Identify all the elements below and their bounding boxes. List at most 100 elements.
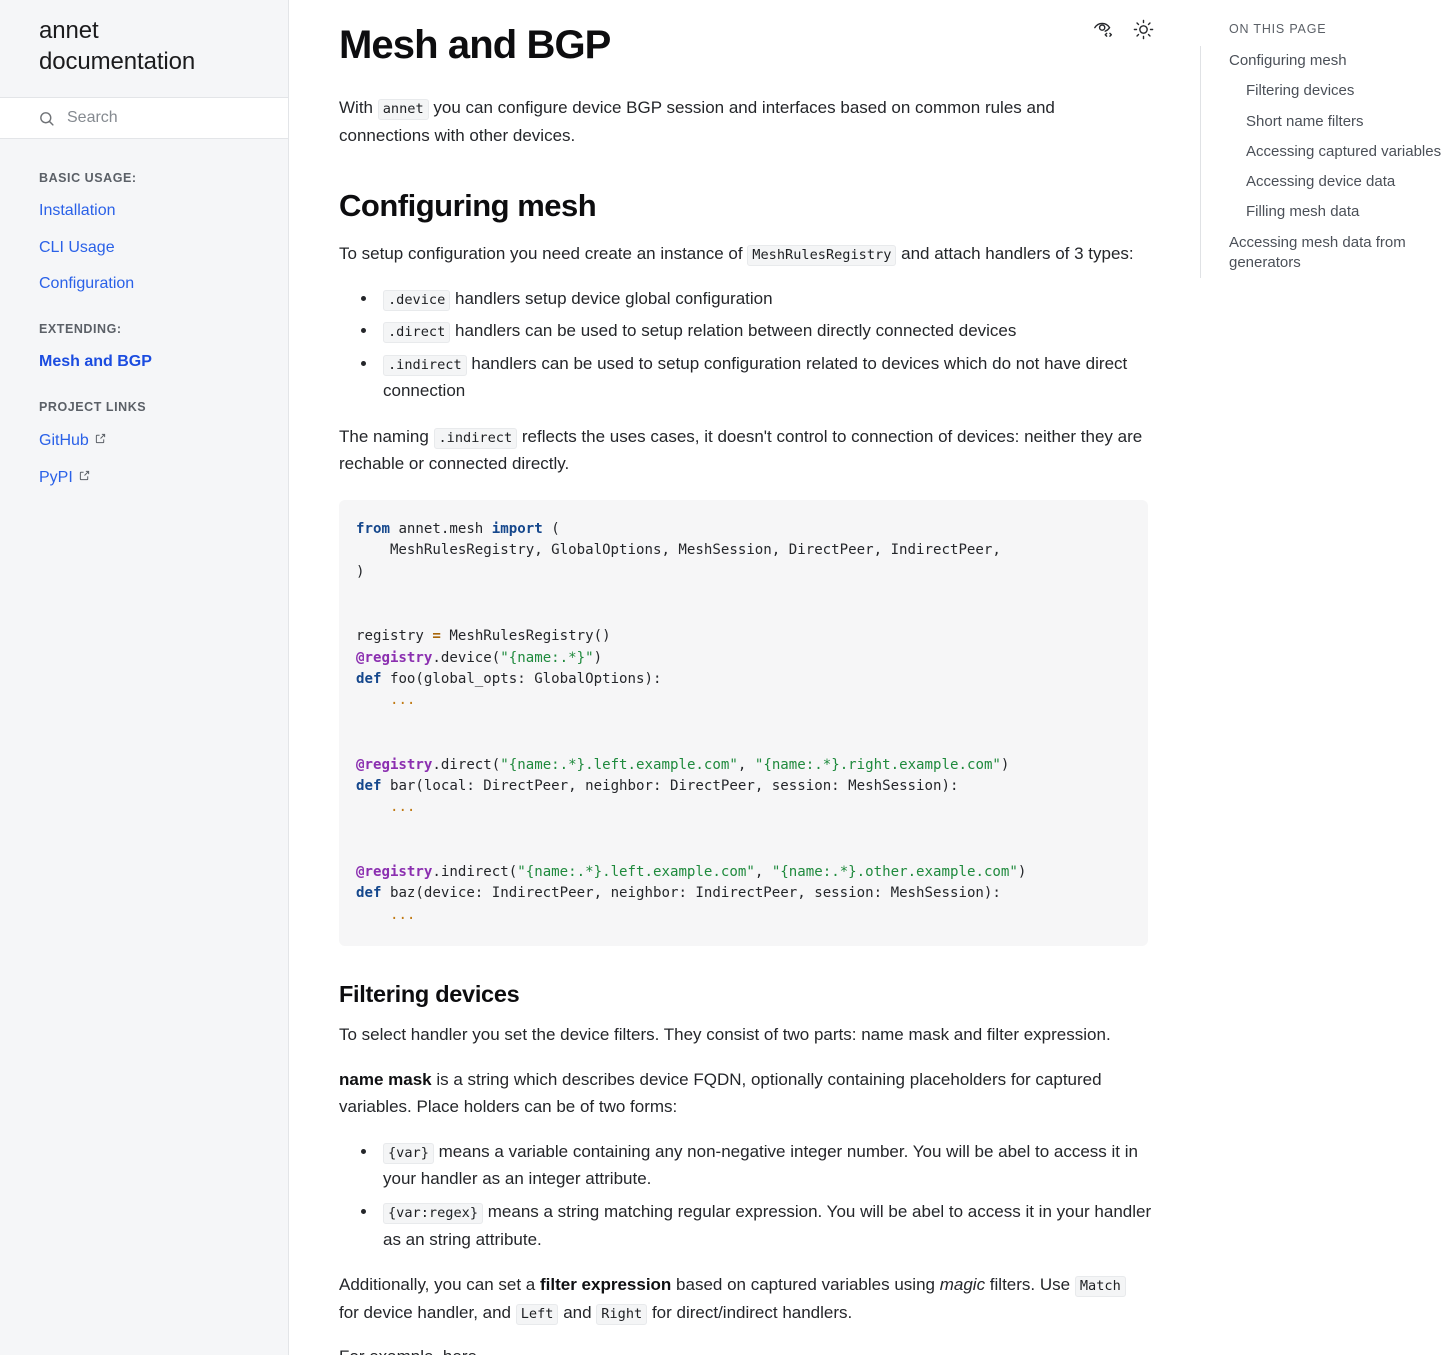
code-token-dec: @registry (356, 863, 433, 880)
external-link-icon (95, 431, 106, 448)
list-item: .direct handlers can be used to setup re… (361, 317, 1154, 345)
code-token-k: def (356, 670, 382, 687)
sidebar-item-cli-usage[interactable]: CLI Usage (0, 230, 288, 266)
code-token-el: ... (389, 799, 416, 816)
code-block-mesh-registry[interactable]: from annet.mesh import ( MeshRulesRegist… (339, 499, 1148, 946)
list-item-label: handlers setup device global configurati… (450, 288, 773, 308)
article: Mesh and BGP With annet you can configur… (289, 0, 1157, 1355)
nav-caption-basic-usage: BASIC USAGE: (39, 171, 137, 186)
nav-caption-project-links: PROJECT LINKS (39, 400, 147, 415)
inline-code-var: {var} (383, 1142, 434, 1164)
naming-paragraph: The naming .indirect reflects the uses c… (339, 423, 1149, 478)
text-fragment: for device handler, and (339, 1302, 516, 1322)
toc-item: Filtering devices (1229, 76, 1448, 106)
sidebar-item-github[interactable]: GitHub (0, 422, 288, 459)
nav-group-spacer (0, 302, 288, 312)
page-title: Mesh and BGP (339, 23, 611, 67)
text-fragment: is a string which describes device FQDN,… (339, 1069, 1102, 1117)
sidebar-item-installation[interactable]: Installation (0, 193, 288, 229)
handler-types-list: .device handlers setup device global con… (339, 285, 1154, 405)
list-item: {var:regex} means a string matching regu… (361, 1198, 1154, 1253)
toc-link-short-name-filters[interactable]: Short name filters (1229, 107, 1448, 137)
code-token-el: ... (389, 906, 416, 923)
code-token-op: = (432, 628, 441, 645)
on-this-page-toc: ON THIS PAGE Configuring mesh Filtering … (1200, 20, 1452, 278)
list-item: .device handlers setup device global con… (361, 285, 1154, 313)
code-token-s: "{name:.*}.left.example.com" (517, 863, 755, 880)
code-token-k: from (356, 520, 390, 537)
intro-paragraph: With annet you can configure device BGP … (339, 94, 1149, 149)
toc-item: Accessing mesh data from generators (1229, 228, 1448, 279)
placeholder-forms-list: {var} means a variable containing any no… (339, 1138, 1154, 1253)
toc-link-accessing-device-data[interactable]: Accessing device data (1229, 167, 1448, 197)
sidebar-item-label: GitHub (39, 432, 89, 450)
code-block-content: from annet.mesh import ( MeshRulesRegist… (356, 520, 1027, 923)
intro-text-a: With (339, 98, 378, 117)
toc-link-filling-mesh-data[interactable]: Filling mesh data (1229, 197, 1448, 227)
sidebar-item-label: PyPI (39, 469, 73, 487)
inline-code-meshrulesregistry: MeshRulesRegistry (747, 245, 897, 267)
sidebar-item-mesh-and-bgp[interactable]: Mesh and BGP (0, 344, 288, 380)
text-fragment: Additionally, you can set a (339, 1275, 540, 1295)
toc-item: Short name filters (1229, 107, 1448, 137)
search-input[interactable] (67, 109, 268, 128)
page-tools (1090, 16, 1156, 42)
text-fragment: To setup configuration you need create a… (339, 244, 748, 264)
view-source-icon[interactable] (1090, 16, 1116, 42)
site-brand[interactable]: annet documentation (0, 0, 288, 97)
toc-link-filtering-devices[interactable]: Filtering devices (1229, 76, 1448, 106)
italic-magic: magic (939, 1275, 986, 1295)
code-token-k: def (356, 885, 382, 902)
inline-code-match: Match (1074, 1276, 1126, 1298)
sun-icon[interactable] (1130, 16, 1156, 42)
left-sidebar: annet documentation BASIC USAGE: Install… (0, 0, 289, 1355)
filtering-devices-paragraph-1: To select handler you set the device fil… (339, 1025, 1111, 1045)
bold-filter-expression: filter expression (539, 1275, 672, 1295)
toc-caption: ON THIS PAGE (1229, 22, 1327, 36)
intro-text-b: you can configure device BGP session and… (339, 98, 1055, 145)
inline-code-var-regex: {var:regex} (383, 1203, 484, 1225)
text-fragment: for direct/indirect handlers. (647, 1302, 853, 1322)
inline-code-indirect: .indirect (383, 354, 467, 376)
text-fragment: and (558, 1302, 597, 1322)
code-token-s: "{name:.*}" (500, 649, 594, 666)
documentation-page: annet documentation BASIC USAGE: Install… (0, 0, 1452, 1355)
list-item-label: means a variable containing any non-nega… (383, 1141, 1138, 1189)
sidebar-item-pypi[interactable]: PyPI (0, 459, 288, 496)
inline-code-right: Right (596, 1303, 648, 1325)
code-token-k: def (356, 778, 382, 795)
toc-link-accessing-mesh-data-from-generators[interactable]: Accessing mesh data from generators (1229, 228, 1448, 279)
text-fragment: filters. Use (985, 1275, 1075, 1295)
for-example-paragraph: For example, here (339, 1343, 1149, 1355)
text-fragment: based on captured variables using (671, 1275, 940, 1295)
list-item: {var} means a variable containing any no… (361, 1138, 1154, 1193)
list-item-label: handlers can be used to setup relation b… (450, 321, 1017, 341)
external-link-icon (79, 468, 90, 485)
inline-code-left: Left (515, 1303, 559, 1325)
toc-list: Configuring mesh Filtering devices Short… (1200, 46, 1448, 278)
toc-link-configuring-mesh[interactable]: Configuring mesh (1229, 46, 1448, 76)
nav-caption-extending: EXTENDING: (39, 322, 122, 336)
search-box[interactable] (0, 97, 288, 140)
content-column: Mesh and BGP With annet you can configur… (289, 0, 1452, 1355)
nav-group-spacer (0, 380, 288, 390)
code-token-dec: @registry (356, 649, 433, 666)
code-token-s: "{name:.*}.left.example.com" (500, 756, 738, 773)
toc-item: Accessing device data (1229, 167, 1448, 197)
bold-name-mask: name mask (339, 1069, 432, 1089)
section-heading-configuring-mesh: Configuring mesh (339, 188, 597, 224)
inline-code-indirect-naming: .indirect (433, 427, 518, 449)
text-fragment: The naming (339, 426, 434, 446)
toc-link-accessing-captured-variables[interactable]: Accessing captured variables (1229, 137, 1448, 167)
inline-code-annet: annet (377, 99, 429, 120)
code-token-dec: @registry (356, 756, 433, 773)
code-token-k: import (491, 520, 543, 537)
code-token-s: "{name:.*}.right.example.com" (754, 756, 1001, 773)
list-item-label: handlers can be used to setup configurat… (383, 353, 1128, 401)
toc-item: Filling mesh data (1229, 197, 1448, 227)
filtering-devices-paragraph-2: name mask is a string which describes de… (339, 1066, 1149, 1121)
section-heading-filtering-devices: Filtering devices (339, 980, 520, 1007)
toc-item: Accessing captured variables (1229, 137, 1448, 167)
sidebar-item-configuration[interactable]: Configuration (0, 266, 288, 302)
configuring-mesh-paragraph: To setup configuration you need create a… (339, 240, 1149, 268)
